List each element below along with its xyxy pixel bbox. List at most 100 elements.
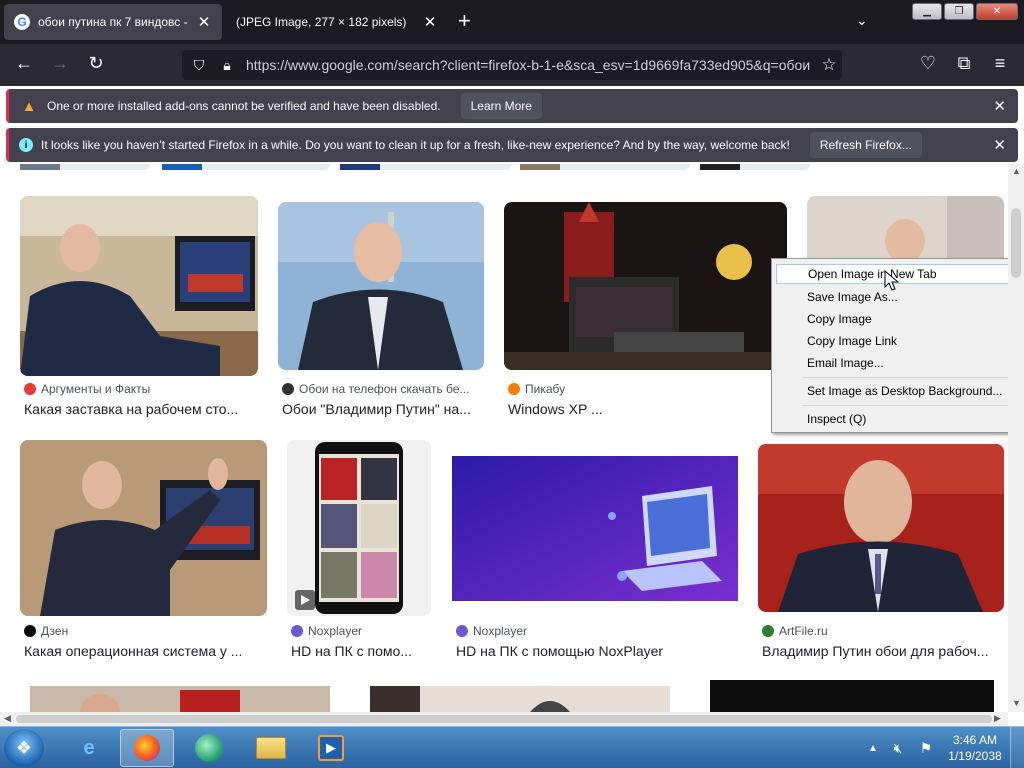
lock-icon[interactable]: 🔒︎ — [216, 57, 238, 74]
result-caption[interactable]: HD на ПК с помо... — [291, 643, 431, 659]
source-name: ArtFile.ru — [779, 624, 828, 638]
horizontal-scrollbar[interactable]: ◀ ▶ — [0, 712, 1008, 726]
system-tray: ▲ 🔇︎ ⚑ 3:46 AM 1/19/2038 — [862, 727, 1024, 768]
maximize-button[interactable]: ❐ — [944, 3, 974, 20]
forward-arrow-icon[interactable]: → — [48, 53, 72, 74]
result-image[interactable] — [710, 680, 994, 712]
result-source[interactable]: ArtFile.ru — [762, 624, 1002, 638]
back-arrow-icon[interactable]: ← — [12, 53, 36, 74]
pocket-icon[interactable]: ♡ — [916, 53, 940, 74]
tab-jpeg-image[interactable]: (JPEG Image, 277 × 182 pixels) ✕ — [226, 4, 448, 40]
result-caption[interactable]: Какая операционная система у ... — [24, 643, 264, 659]
media-app-button[interactable] — [182, 729, 236, 767]
speaker-muted-icon[interactable]: 🔇︎ — [884, 740, 912, 757]
close-window-button[interactable]: ✕ — [976, 3, 1018, 20]
refresh-firefox-button[interactable]: Refresh Firefox... — [809, 132, 922, 158]
menu-item-inspect[interactable]: Inspect (Q) — [776, 409, 1020, 429]
result-source[interactable]: Noxplayer — [456, 624, 736, 638]
result-image-graphic — [504, 202, 787, 370]
folder-graphic — [256, 737, 286, 759]
result-source[interactable]: Аргументы и Факты — [24, 382, 254, 396]
vertical-scrollbar[interactable]: ▲ ▼ — [1008, 164, 1024, 712]
result-image[interactable] — [20, 196, 258, 376]
scroll-right-icon[interactable]: ▶ — [994, 713, 1001, 724]
addon-warning-bar: ▲ One or more installed add-ons cannot b… — [6, 89, 1018, 123]
show-desktop-button[interactable] — [1010, 727, 1024, 768]
url-text[interactable]: https://www.google.com/search?client=fir… — [246, 57, 816, 73]
tab-google-search[interactable]: G обои путина пк 7 виндовс - Google ✕ — [4, 4, 222, 40]
navigation-toolbar: ← → ↻ ⛉ 🔒︎ https://www.google.com/search… — [0, 44, 1024, 86]
filter-chip[interactable] — [700, 164, 810, 170]
internet-explorer-icon[interactable]: e — [62, 729, 116, 767]
result-caption[interactable]: Обои "Владимир Путин" на... — [282, 401, 482, 417]
minimize-button[interactable]: ▁ — [912, 3, 942, 20]
scroll-up-icon[interactable]: ▲ — [1012, 166, 1021, 176]
media-player-icon[interactable]: ▶ — [304, 729, 358, 767]
windows-explorer-icon[interactable] — [244, 729, 298, 767]
menu-item-set-desktop-background[interactable]: Set Image as Desktop Background... — [776, 381, 1020, 401]
result-source[interactable]: Пикабу — [508, 382, 768, 396]
windows-start-icon[interactable]: ❖ — [4, 729, 44, 767]
result-caption[interactable]: Windows XP ... — [508, 401, 768, 417]
url-bar[interactable]: ⛉ 🔒︎ https://www.google.com/search?clien… — [182, 50, 842, 80]
source-name: Дзен — [41, 624, 69, 638]
filter-chip[interactable] — [162, 164, 330, 170]
chevron-down-icon[interactable]: ⌄ — [856, 12, 868, 29]
system-clock[interactable]: 3:46 AM 1/19/2038 — [940, 732, 1010, 764]
result-image[interactable] — [807, 196, 1004, 266]
vertical-scroll-thumb[interactable] — [1011, 208, 1021, 278]
menu-item-copy-image-link[interactable]: Copy Image Link — [776, 331, 1020, 351]
result-image-graphic — [807, 196, 1004, 266]
result-image-graphic — [452, 456, 738, 601]
result-image-graphic — [20, 440, 267, 616]
google-favicon: G — [14, 14, 30, 30]
extensions-icon[interactable]: ⧉ — [952, 53, 976, 74]
show-hidden-icons-icon[interactable]: ▲ — [862, 743, 884, 754]
result-caption[interactable]: HD на ПК с помощью NoxPlayer — [456, 643, 736, 659]
firefox-icon — [134, 735, 160, 761]
source-favicon — [508, 383, 520, 395]
source-name: Обои на телефон скачать бе... — [299, 382, 470, 396]
scroll-down-icon[interactable]: ▼ — [1012, 698, 1021, 708]
result-image-graphic — [278, 202, 484, 370]
result-image[interactable] — [287, 440, 431, 616]
filter-chip[interactable] — [520, 164, 690, 170]
learn-more-button[interactable]: Learn More — [460, 93, 542, 119]
scroll-left-icon[interactable]: ◀ — [4, 713, 11, 724]
horizontal-scroll-thumb[interactable] — [16, 715, 992, 723]
result-image[interactable] — [278, 202, 484, 370]
menu-item-email-image[interactable]: Email Image... — [776, 353, 1020, 373]
bookmark-star-icon[interactable]: ☆ — [816, 55, 842, 75]
result-image[interactable] — [370, 686, 670, 712]
tab-title: обои путина пк 7 виндовс - Google — [38, 15, 190, 29]
menu-separator — [802, 377, 1018, 378]
close-icon[interactable]: ✕ — [993, 97, 1006, 115]
reload-icon[interactable]: ↻ — [84, 53, 108, 74]
filter-chip[interactable] — [340, 164, 512, 170]
result-source[interactable]: Noxplayer — [291, 624, 431, 638]
close-icon[interactable]: ✕ — [993, 136, 1006, 154]
notification-message: It looks like you haven’t started Firefo… — [41, 138, 790, 152]
flag-icon[interactable]: ⚑ — [912, 740, 940, 757]
close-icon[interactable]: ✕ — [422, 13, 438, 31]
source-favicon — [291, 625, 303, 637]
result-source[interactable]: Дзен — [24, 624, 264, 638]
result-caption[interactable]: Владимир Путин обои для рабоч... — [762, 643, 1002, 659]
result-image[interactable] — [20, 440, 267, 616]
result-image[interactable] — [504, 202, 787, 370]
filter-chip[interactable] — [20, 164, 150, 170]
result-image-graphic — [710, 680, 994, 712]
result-image[interactable] — [452, 456, 738, 601]
result-caption[interactable]: Какая заставка на рабочем сто... — [24, 401, 254, 417]
shield-icon[interactable]: ⛉ — [188, 57, 210, 74]
menu-item-copy-image[interactable]: Copy Image — [776, 309, 1020, 329]
close-icon[interactable]: ✕ — [196, 13, 212, 31]
plus-icon[interactable]: + — [458, 10, 471, 32]
result-image[interactable] — [30, 686, 330, 712]
firefox-taskbar-button[interactable] — [120, 729, 174, 767]
result-image[interactable] — [758, 444, 1004, 612]
result-image-graphic — [30, 686, 330, 712]
hamburger-menu-icon[interactable]: ≡ — [988, 53, 1012, 74]
result-source[interactable]: Обои на телефон скачать бе... — [282, 382, 482, 396]
mouse-cursor-icon — [884, 270, 900, 291]
